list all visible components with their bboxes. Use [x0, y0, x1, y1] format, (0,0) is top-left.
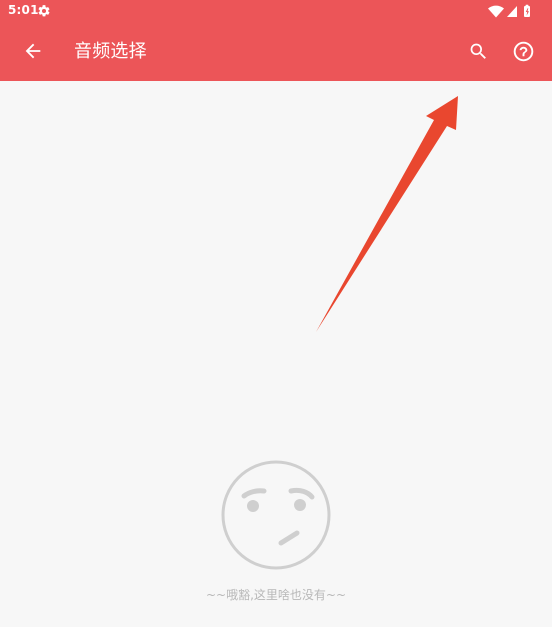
signal-icon [507, 6, 517, 17]
battery-icon [524, 4, 530, 17]
help-icon [513, 41, 533, 61]
status-icons [488, 4, 530, 18]
confused-face-icon [221, 460, 331, 570]
page-title: 音频选择 [74, 41, 147, 62]
status-bar: 5:01 [0, 0, 552, 22]
wifi-icon [488, 5, 504, 18]
gear-icon [38, 5, 50, 17]
help-button[interactable] [510, 38, 536, 64]
back-button[interactable] [18, 36, 48, 66]
search-icon [470, 43, 486, 59]
status-time: 5:01 [8, 3, 39, 17]
empty-state-message: ~~哦豁,这里啥也没有~~ [205, 588, 347, 602]
app-bar: 音频选择 [0, 22, 552, 81]
search-button[interactable] [465, 38, 491, 64]
arrow-back-icon [25, 43, 41, 59]
